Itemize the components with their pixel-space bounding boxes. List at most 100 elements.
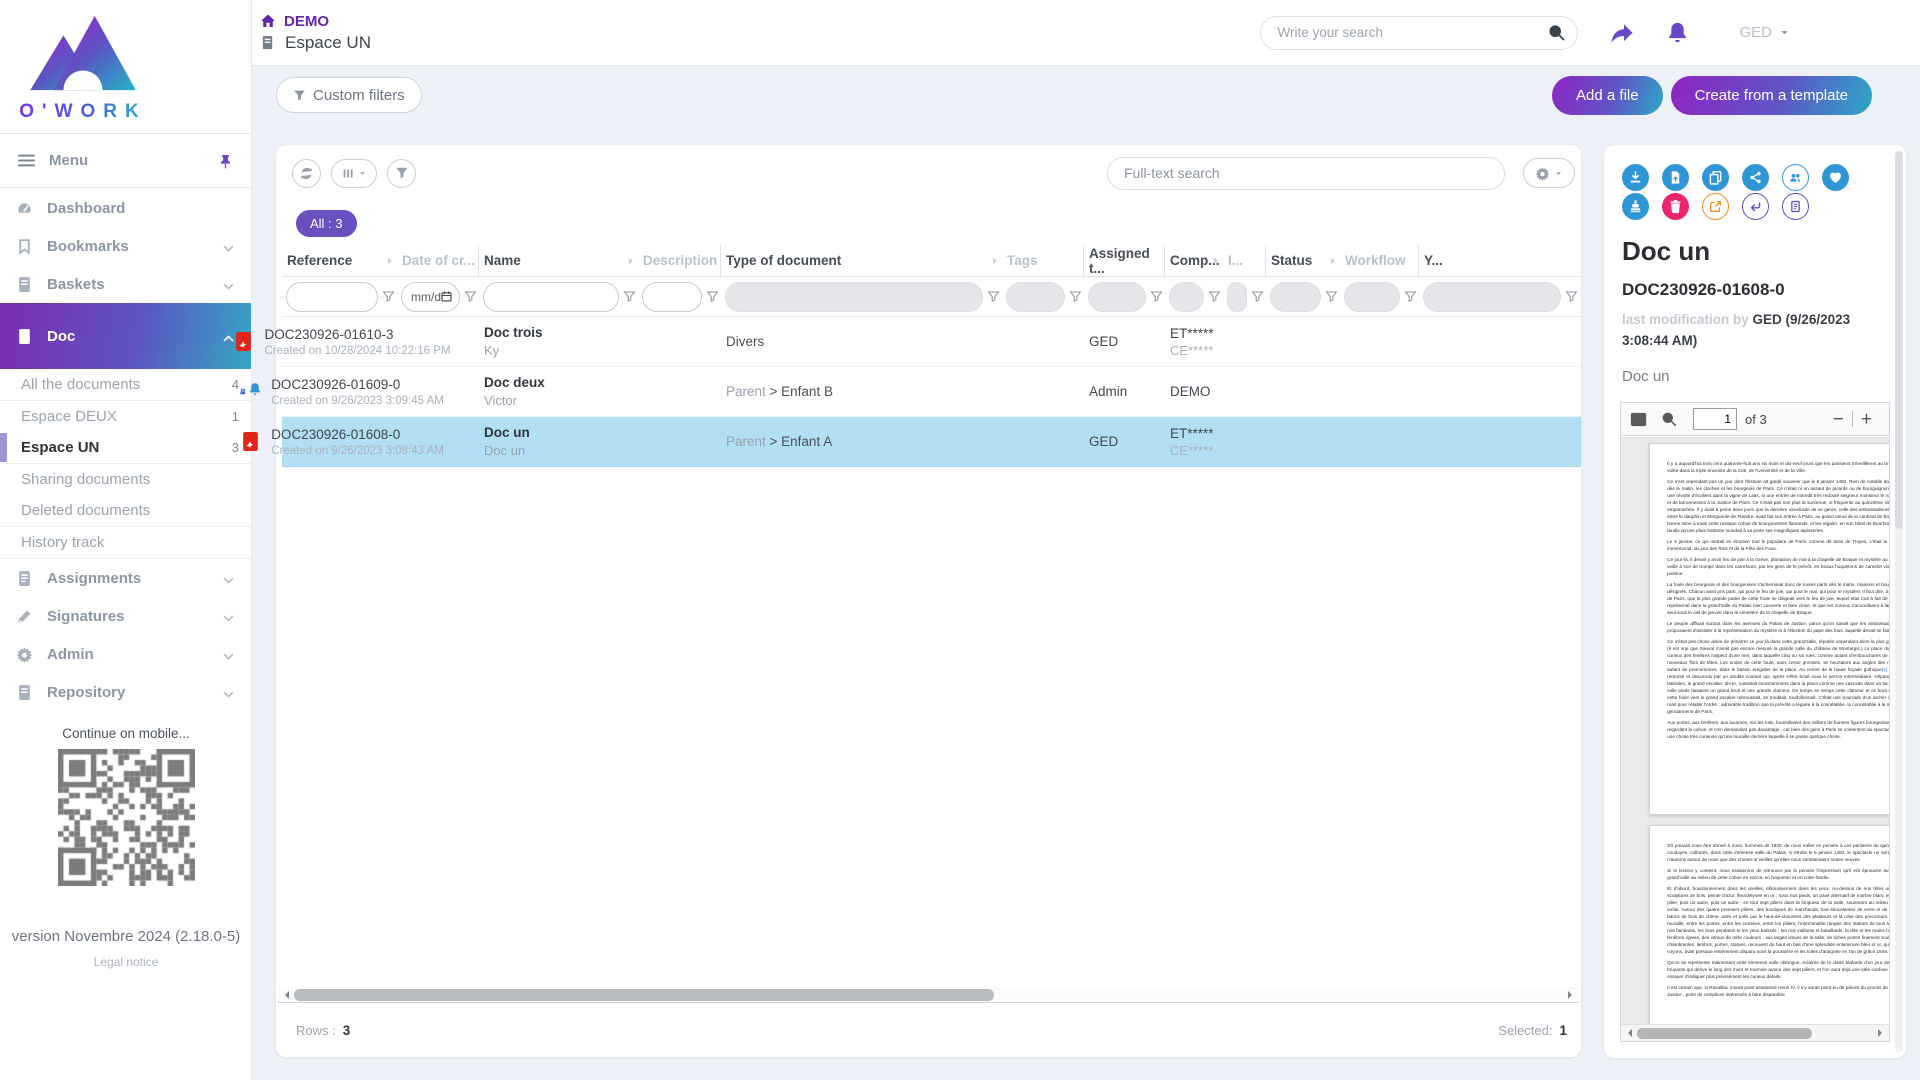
sidebar-item-admin[interactable]: Admin <box>0 635 251 673</box>
funnel-icon[interactable] <box>1565 288 1578 306</box>
fulltext-search-input[interactable] <box>1107 157 1505 190</box>
breadcrumb-home[interactable]: DEMO <box>260 13 371 30</box>
zoom-in-button[interactable]: + <box>1853 410 1880 429</box>
cell-description <box>638 317 721 366</box>
cell-description <box>638 367 721 416</box>
all-count-chip[interactable]: All : 3 <box>296 210 357 237</box>
notification-bell-icon <box>248 381 262 396</box>
global-search-input[interactable] <box>1260 16 1578 50</box>
external-link-button[interactable] <box>1702 193 1729 220</box>
sidebar-subitem-espace-deux[interactable]: Espace DEUX1 <box>0 401 251 432</box>
funnel-icon[interactable] <box>1325 288 1338 306</box>
return-button[interactable] <box>1742 193 1769 220</box>
funnel-icon[interactable] <box>1251 288 1264 306</box>
heart-button[interactable] <box>1822 164 1849 191</box>
sidebar-subitem-deleted-documents[interactable]: Deleted documents <box>0 495 251 526</box>
legal-notice-link[interactable]: Legal notice <box>0 955 252 969</box>
funnel-icon[interactable] <box>987 288 1000 306</box>
breadcrumb-current[interactable]: Espace UN <box>260 33 371 53</box>
sidebar-item-doc[interactable]: Doc <box>0 303 251 369</box>
filter-input-name[interactable] <box>483 282 619 312</box>
filter-input-description[interactable] <box>642 282 702 312</box>
zoom-out-button[interactable]: − <box>1825 410 1852 429</box>
pin-icon[interactable] <box>218 152 233 169</box>
table-settings-button[interactable] <box>1523 158 1575 188</box>
column-header-status[interactable]: Status <box>1266 245 1340 276</box>
column-header-name[interactable]: Name <box>479 245 638 276</box>
scrollbar-thumb[interactable] <box>294 989 994 1001</box>
trash-button[interactable] <box>1662 193 1689 220</box>
file-upload-button[interactable] <box>1662 164 1689 191</box>
account-menu[interactable]: GED <box>1739 24 1790 41</box>
pdf-scroll-right-icon[interactable] <box>1878 1029 1886 1037</box>
sidebar-subitem-sharing-documents[interactable]: Sharing documents <box>0 464 251 495</box>
pdf-scrollbar-thumb[interactable] <box>1637 1028 1812 1039</box>
column-header-type_of_document[interactable]: Type of document <box>721 245 1002 276</box>
table-row[interactable]: DOC230926-01608-0 Created on 9/26/2023 3… <box>282 417 1581 467</box>
pdf-view-area[interactable]: Il y a aujourd'hui trois cent quarante-h… <box>1621 437 1889 1041</box>
column-header-workflow[interactable]: Workflow <box>1340 245 1419 276</box>
sidebar-item-bookmarks[interactable]: Bookmarks <box>0 227 251 265</box>
table-body: DOC230926-01610-3 Created on 10/28/2024 … <box>276 317 1581 467</box>
pdf-page-input[interactable] <box>1693 408 1737 430</box>
sidebar-subitem-all-the-documents[interactable]: All the documents4 <box>0 369 251 400</box>
column-header-description[interactable]: Description <box>638 245 721 276</box>
funnel-icon[interactable] <box>1208 288 1221 306</box>
create-from-template-button[interactable]: Create from a template <box>1671 76 1872 115</box>
book-icon <box>16 276 33 293</box>
primary-actions: Add a file Create from a template <box>1552 76 1872 115</box>
copy-button[interactable] <box>1702 164 1729 191</box>
column-header-reference[interactable]: Reference <box>282 245 397 276</box>
add-file-button[interactable]: Add a file <box>1552 76 1663 115</box>
pdf-horizontal-scrollbar[interactable] <box>1621 1024 1889 1041</box>
panel-vertical-scrollbar[interactable] <box>1895 151 1903 1052</box>
stamp-button[interactable] <box>1622 193 1649 220</box>
sidebar-item-assignments[interactable]: Assignments <box>0 559 251 597</box>
sidebar-item-baskets[interactable]: Baskets <box>0 265 251 303</box>
column-header-company[interactable]: Comp... <box>1165 245 1223 276</box>
notifications-bell-icon[interactable] <box>1666 21 1689 44</box>
funnel-icon[interactable] <box>623 288 636 306</box>
column-header-date_of_creation[interactable]: Date of cr... <box>397 245 479 276</box>
pdf-sidebar-toggle-icon[interactable] <box>1630 411 1647 428</box>
pdf-paragraph: Qu'on se représente maintenant cette imm… <box>1667 960 1889 981</box>
table-row[interactable]: DOC230926-01610-3 Created on 10/28/2024 … <box>282 317 1581 367</box>
column-header-y[interactable]: Y... <box>1419 245 1580 276</box>
filter-button[interactable] <box>387 159 416 188</box>
column-header-tags[interactable]: Tags <box>1002 245 1084 276</box>
sidebar-item-repository[interactable]: Repository <box>0 673 251 711</box>
users-button[interactable] <box>1782 164 1809 191</box>
filter-input-reference[interactable] <box>286 282 378 312</box>
sidebar-item-dashboard[interactable]: Dashboard <box>0 189 251 227</box>
funnel-icon[interactable] <box>382 288 395 306</box>
columns-button[interactable] <box>331 159 377 188</box>
sidebar-item-signatures[interactable]: Signatures <box>0 597 251 635</box>
filter-date-date_of_creation[interactable]: mm/d <box>401 282 460 312</box>
search-icon[interactable] <box>1548 24 1565 41</box>
sidebar-subitem-espace-un[interactable]: Espace UN3 <box>0 432 251 463</box>
table-row[interactable]: w DOC230926-01609-0 Created on 9/26/2023… <box>282 367 1581 417</box>
custom-filters-button[interactable]: Custom filters <box>276 77 422 113</box>
doc-page-button[interactable] <box>1782 193 1809 220</box>
refresh-button[interactable] <box>292 159 321 188</box>
funnel-icon[interactable] <box>464 288 477 306</box>
column-header-i[interactable]: I... <box>1223 245 1266 276</box>
scroll-right-arrow-icon[interactable] <box>1568 991 1576 999</box>
scroll-left-arrow-icon[interactable] <box>281 991 289 999</box>
pdf-find-icon[interactable] <box>1661 411 1677 427</box>
table-horizontal-scrollbar[interactable] <box>278 987 1579 1003</box>
share-nodes-button[interactable] <box>1742 164 1769 191</box>
mobile-hint: Continue on mobile... <box>0 726 252 741</box>
column-header-assigned_to[interactable]: Assigned t... <box>1084 245 1165 276</box>
funnel-icon[interactable] <box>1150 288 1163 306</box>
funnel-icon[interactable] <box>706 288 719 306</box>
funnel-icon[interactable] <box>1404 288 1417 306</box>
pdf-scroll-left-icon[interactable] <box>1624 1029 1632 1037</box>
sidebar-subitem-history-track[interactable]: History track <box>0 527 251 558</box>
funnel-icon[interactable] <box>1069 288 1082 306</box>
menu-toggle[interactable]: Menu <box>0 133 251 188</box>
share-shortcut-icon[interactable] <box>1610 21 1634 45</box>
download-button[interactable] <box>1622 164 1649 191</box>
users-icon <box>1789 170 1802 185</box>
cell-reference: DOC230926-01610-3 Created on 10/28/2024 … <box>282 317 397 366</box>
